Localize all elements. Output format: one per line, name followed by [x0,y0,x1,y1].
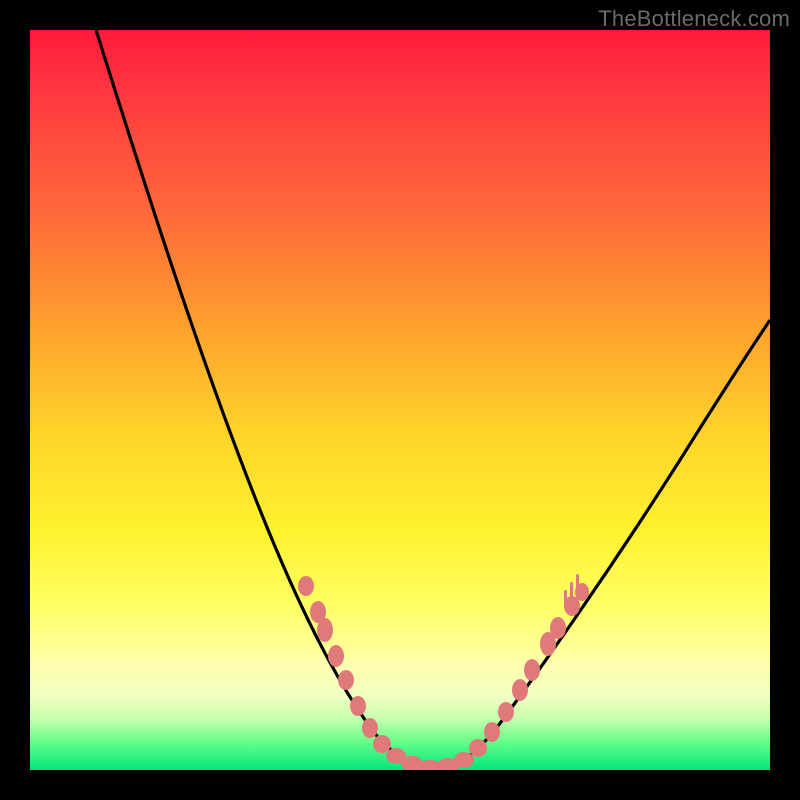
marker-dot [512,679,528,701]
marker-dot [350,696,366,716]
marker-dot [317,618,333,642]
bottleneck-curve [30,30,770,770]
marker-dot [524,659,540,681]
marker-tick [576,574,579,588]
marker-dot [550,617,566,639]
marker-dot [338,670,354,690]
marker-tick [570,582,573,598]
curve-path [96,30,770,770]
marker-dot [454,752,474,768]
marker-dot [498,702,514,722]
marker-dot [469,739,487,757]
watermark-text: TheBottleneck.com [598,6,790,32]
chart-frame: TheBottleneck.com [0,0,800,800]
marker-dot [362,718,378,738]
marker-dot [484,722,500,742]
marker-dot [298,576,314,596]
marker-tick [564,590,567,608]
plot-area [30,30,770,770]
marker-dot [328,645,344,667]
marker-dot [373,735,391,753]
